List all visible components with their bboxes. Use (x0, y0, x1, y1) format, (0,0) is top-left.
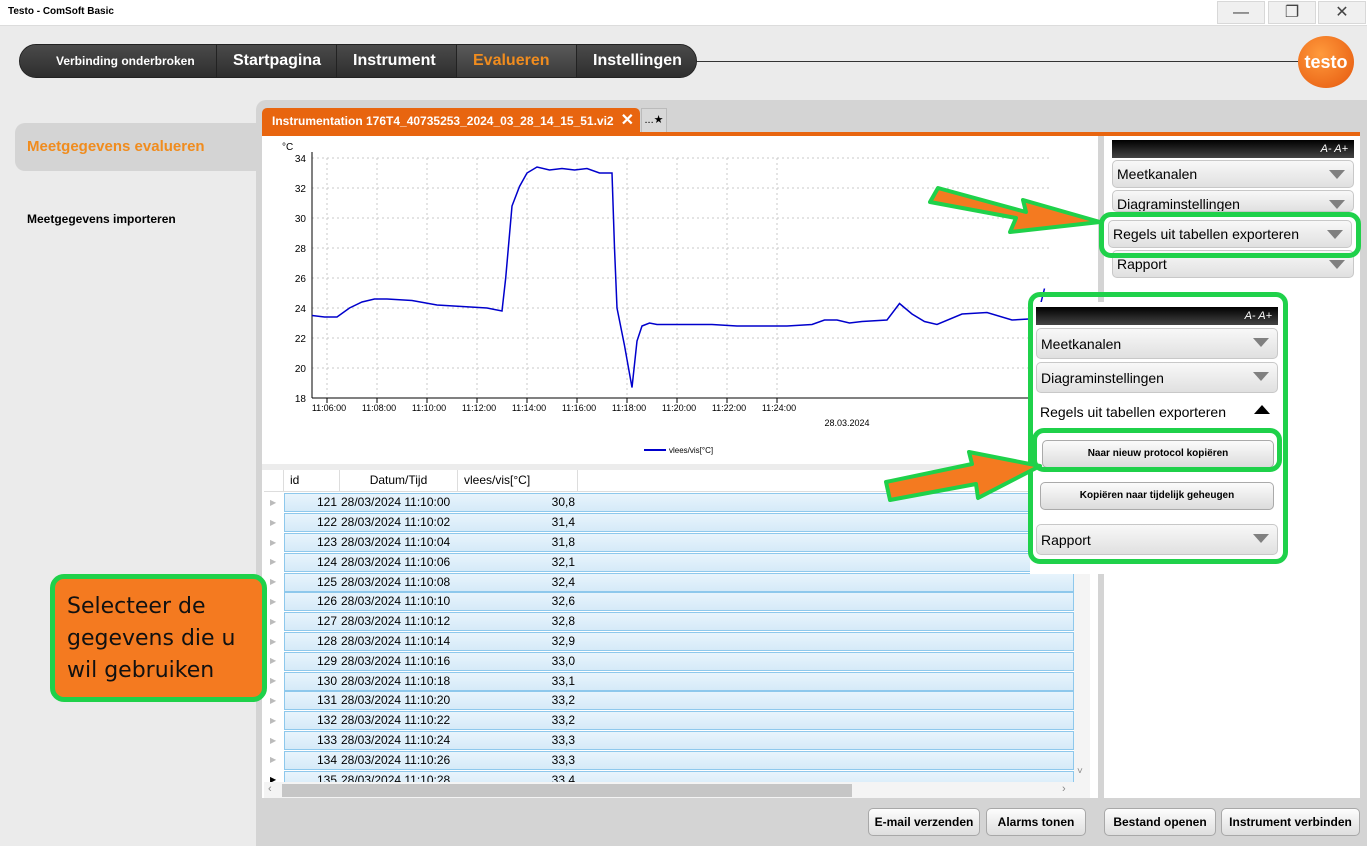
open-file-button[interactable]: Bestand openen (1104, 808, 1216, 836)
arrow-to-action (884, 450, 1042, 502)
instruction-note: Selecteer de gegevens die u wil gebruike… (50, 574, 267, 702)
arrow-to-panel (928, 186, 1102, 234)
alarms-button[interactable]: Alarms tonen (986, 808, 1086, 836)
email-button[interactable]: E-mail verzenden (868, 808, 980, 836)
connect-instrument-button[interactable]: Instrument verbinden (1221, 808, 1360, 836)
annotation-arrows (884, 186, 1102, 502)
